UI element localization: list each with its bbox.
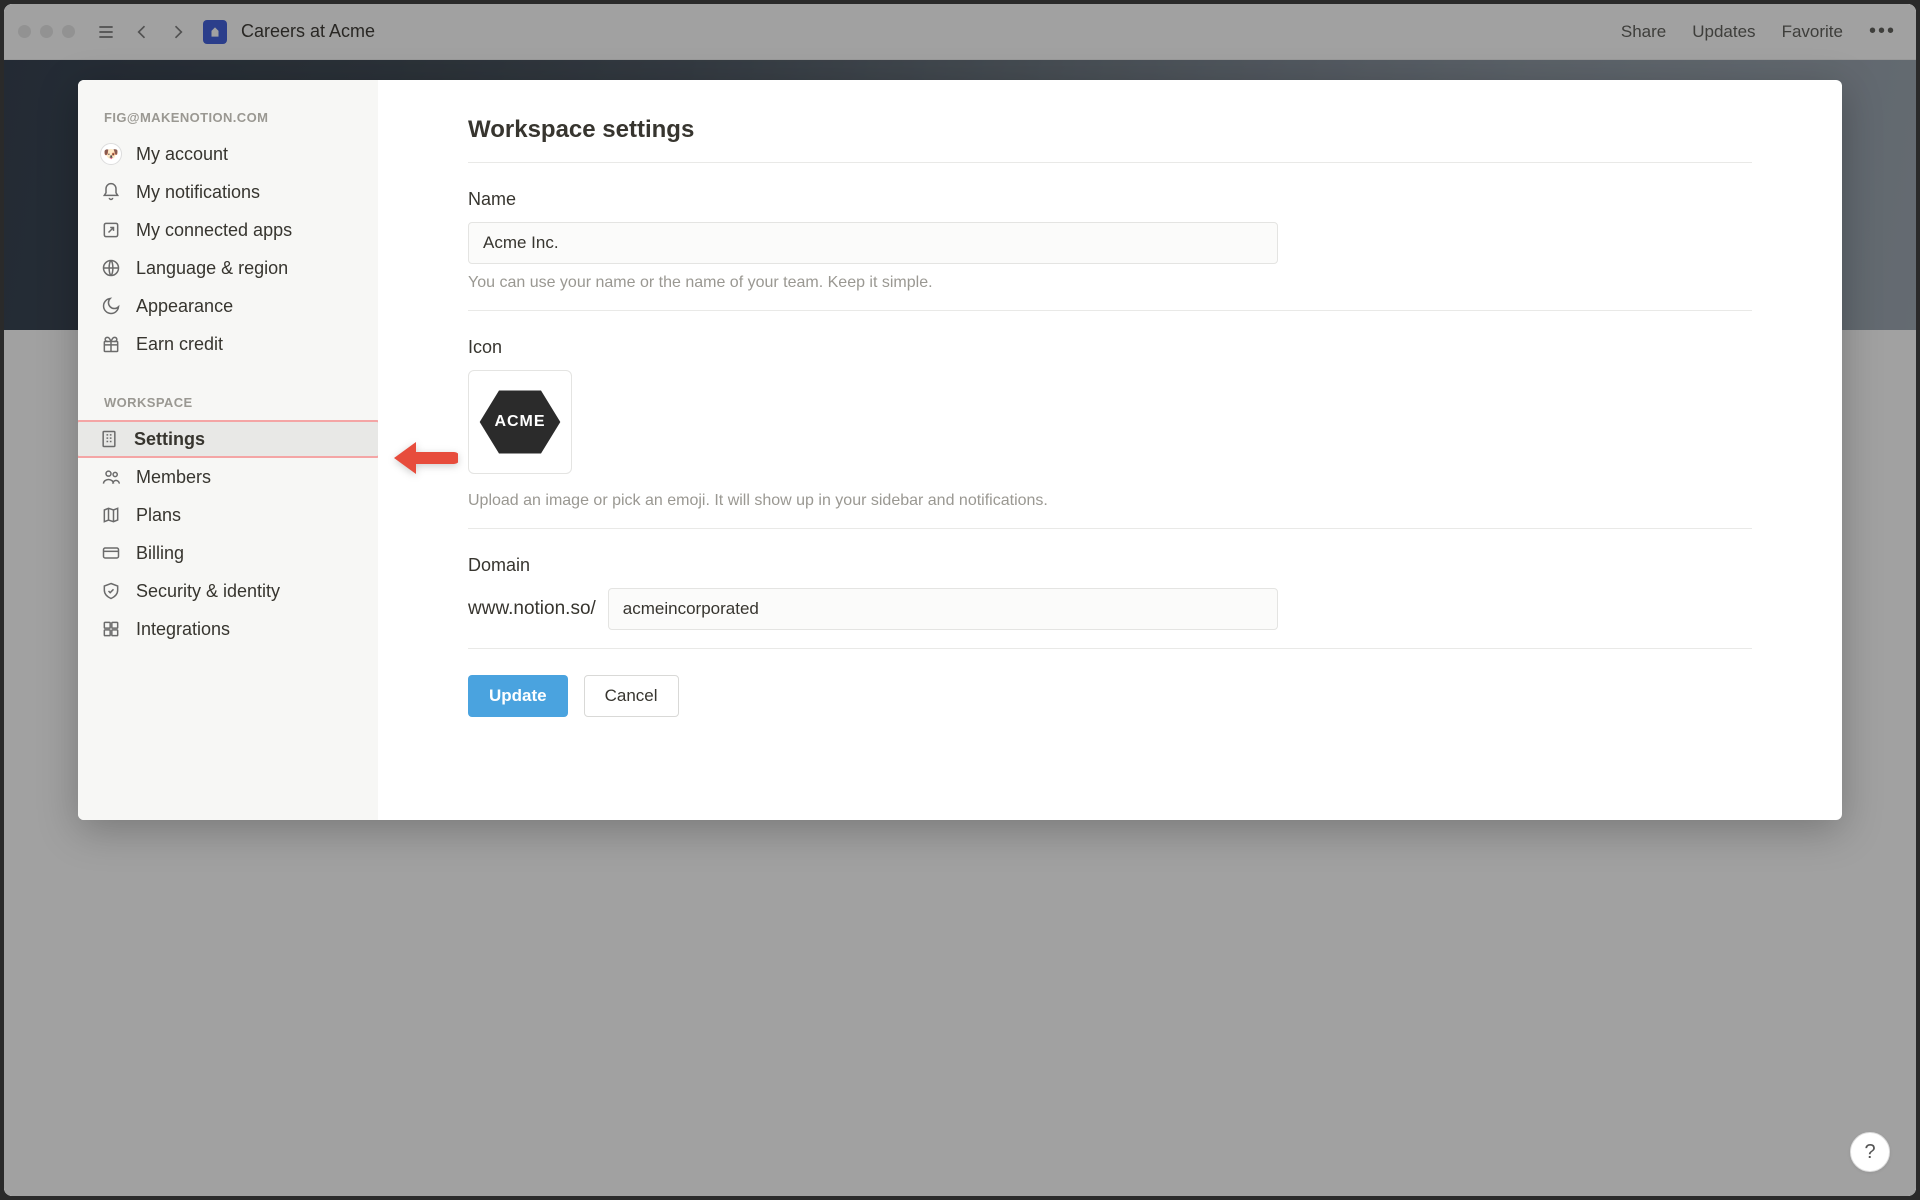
cancel-button[interactable]: Cancel xyxy=(584,675,679,717)
sidebar-item-integrations[interactable]: Integrations xyxy=(78,610,378,648)
sidebar-item-label: Integrations xyxy=(136,619,230,640)
sidebar-item-my-notifications[interactable]: My notifications xyxy=(78,173,378,211)
icon-hint: Upload an image or pick an emoji. It wil… xyxy=(468,492,1752,510)
domain-prefix: www.notion.so/ xyxy=(468,598,596,620)
acme-logo-icon: ACME xyxy=(478,387,562,457)
help-icon: ? xyxy=(1864,1141,1875,1164)
sidebar-item-security-identity[interactable]: Security & identity xyxy=(78,572,378,610)
sidebar-item-billing[interactable]: Billing xyxy=(78,534,378,572)
sidebar-item-settings[interactable]: Settings xyxy=(78,420,378,458)
globe-icon xyxy=(100,257,122,279)
external-link-icon xyxy=(100,219,122,241)
settings-modal: FIG@MAKENOTION.COM 🐶 My account My notif… xyxy=(78,80,1842,820)
update-button[interactable]: Update xyxy=(468,675,568,717)
shield-icon xyxy=(100,580,122,602)
sidebar-heading-workspace: WORKSPACE xyxy=(78,389,378,420)
moon-icon xyxy=(100,295,122,317)
settings-content: Workspace settings Name You can use your… xyxy=(378,80,1842,820)
name-hint: You can use your name or the name of you… xyxy=(468,274,1752,292)
sidebar-item-language-region[interactable]: Language & region xyxy=(78,249,378,287)
settings-title: Workspace settings xyxy=(468,116,1752,144)
avatar-icon: 🐶 xyxy=(100,143,122,165)
sidebar-item-earn-credit[interactable]: Earn credit xyxy=(78,325,378,363)
sidebar-item-members[interactable]: Members xyxy=(78,458,378,496)
sidebar-item-appearance[interactable]: Appearance xyxy=(78,287,378,325)
sidebar-item-label: Settings xyxy=(134,429,205,450)
sidebar-item-my-account[interactable]: 🐶 My account xyxy=(78,135,378,173)
workspace-domain-input[interactable] xyxy=(608,588,1278,630)
sidebar-item-label: Members xyxy=(136,467,211,488)
app-window: Careers at Acme Share Updates Favorite •… xyxy=(4,4,1916,1196)
workspace-icon-picker[interactable]: ACME xyxy=(468,370,572,474)
map-icon xyxy=(100,504,122,526)
divider xyxy=(468,528,1752,529)
name-label: Name xyxy=(468,189,1752,210)
help-button[interactable]: ? xyxy=(1850,1132,1890,1172)
domain-label: Domain xyxy=(468,555,1752,576)
divider xyxy=(468,648,1752,649)
settings-sidebar: FIG@MAKENOTION.COM 🐶 My account My notif… xyxy=(78,80,378,820)
people-icon xyxy=(100,466,122,488)
sidebar-heading-account: FIG@MAKENOTION.COM xyxy=(78,104,378,135)
sidebar-item-label: My connected apps xyxy=(136,220,292,241)
divider xyxy=(468,310,1752,311)
divider xyxy=(468,162,1752,163)
sidebar-item-label: Plans xyxy=(136,505,181,526)
sidebar-item-label: Security & identity xyxy=(136,581,280,602)
grid-icon xyxy=(100,618,122,640)
sidebar-item-label: Billing xyxy=(136,543,184,564)
sidebar-item-label: My notifications xyxy=(136,182,260,203)
workspace-name-input[interactable] xyxy=(468,222,1278,264)
icon-label: Icon xyxy=(468,337,1752,358)
sidebar-item-label: My account xyxy=(136,144,228,165)
sidebar-item-plans[interactable]: Plans xyxy=(78,496,378,534)
sidebar-item-connected-apps[interactable]: My connected apps xyxy=(78,211,378,249)
credit-card-icon xyxy=(100,542,122,564)
bell-icon xyxy=(100,181,122,203)
sidebar-item-label: Language & region xyxy=(136,258,288,279)
building-icon xyxy=(98,428,120,450)
gift-icon xyxy=(100,333,122,355)
sidebar-item-label: Appearance xyxy=(136,296,233,317)
sidebar-item-label: Earn credit xyxy=(136,334,223,355)
